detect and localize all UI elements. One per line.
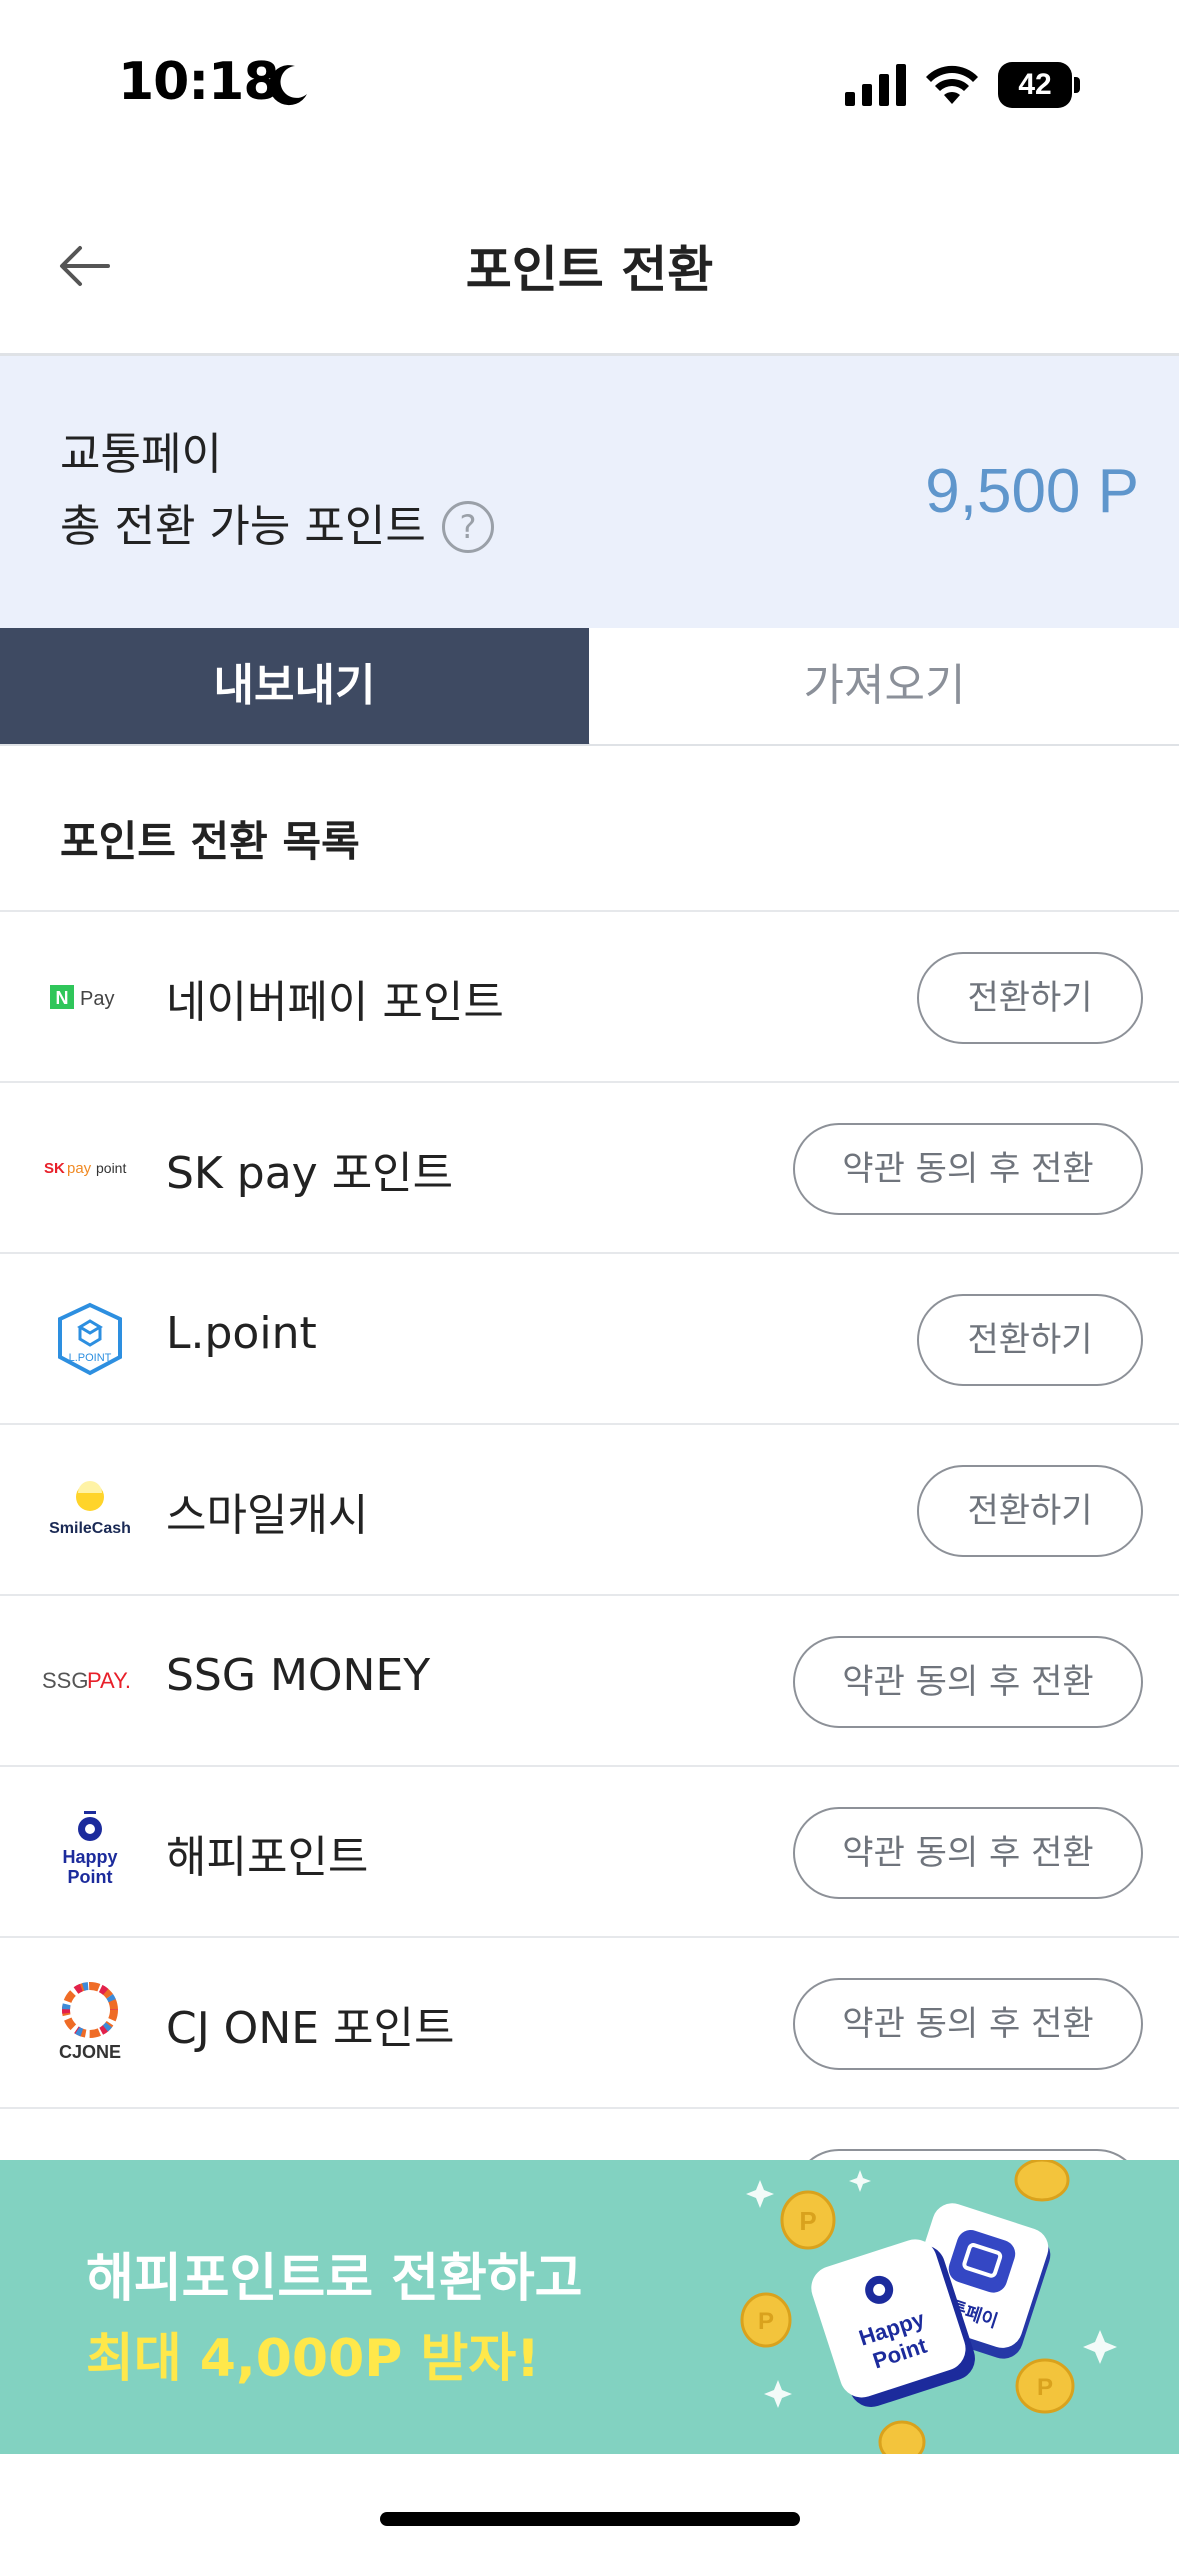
svg-text:P: P (1037, 2374, 1053, 2401)
happypoint-logo: Happy Point (40, 1807, 140, 1897)
summary-total-label: 총 전환 가능 포인트 (60, 501, 426, 552)
list-item-naverpay: N Pay 네이버페이 포인트 전환하기 (0, 912, 1179, 1083)
svg-text:PAY.: PAY. (87, 1668, 131, 1693)
svg-text:Happy: Happy (62, 1847, 117, 1867)
header: 포인트 전환 (0, 150, 1179, 356)
ssgpay-logo: SSG PAY. (40, 1636, 140, 1726)
list-item-ssgmoney: SSG PAY. SSG MONEY 약관 동의 후 전환 (0, 1596, 1179, 1767)
agree-and-convert-button[interactable]: 약관 동의 후 전환 (793, 1123, 1143, 1215)
list-item-skpay: SK pay point SK pay 포인트 약관 동의 후 전환 (0, 1083, 1179, 1254)
svg-text:point: point (96, 1160, 126, 1176)
coin-icon: P (780, 2190, 836, 2250)
svg-text:SmileCash: SmileCash (49, 1520, 131, 1537)
list-item-name: 네이버페이 포인트 (166, 977, 504, 1028)
banner-illustration: P P P 교통페이 Happy Point (740, 2160, 1117, 2454)
wifi-icon (926, 65, 978, 104)
list-item-lpoint: L.POINT L.point 전환하기 (0, 1254, 1179, 1425)
coin-icon: P (740, 2292, 792, 2348)
tab-import[interactable]: 가져오기 (590, 628, 1179, 744)
naverpay-logo: N Pay (40, 952, 140, 1042)
battery-icon: 42 (998, 62, 1080, 108)
smilecash-logo: SmileCash (40, 1465, 140, 1555)
svg-text:SK: SK (44, 1160, 65, 1177)
list-item-name: CJ ONE 포인트 (166, 2003, 455, 2054)
svg-text:CJONE: CJONE (59, 2042, 121, 2062)
home-indicator[interactable] (380, 2512, 800, 2526)
promo-banner[interactable]: 해피포인트로 전환하고 최대 4,000P 받자! P P P 교통페이 Hap… (0, 2160, 1179, 2454)
svg-text:pay: pay (67, 1160, 92, 1177)
cjone-logo: CJONE (40, 1978, 140, 2068)
list-item-name: 해피포인트 (166, 1832, 369, 1883)
help-icon[interactable]: ? (442, 501, 494, 553)
banner-headline: 해피포인트로 전환하고 (86, 2249, 583, 2309)
conversion-list: N Pay 네이버페이 포인트 전환하기 SK pay point SK pay… (0, 910, 1179, 2241)
list-item-cjone: CJONE CJ ONE 포인트 약관 동의 후 전환 (0, 1938, 1179, 2109)
list-title: 포인트 전환 목록 (60, 817, 360, 866)
moon-icon (269, 65, 307, 106)
svg-text:L.POINT: L.POINT (69, 1352, 112, 1364)
svg-text:Point: Point (68, 1867, 113, 1887)
convert-button[interactable]: 전환하기 (917, 1465, 1143, 1557)
banner-subheadline: 최대 4,000P 받자! (86, 2329, 540, 2389)
agree-and-convert-button[interactable]: 약관 동의 후 전환 (793, 1978, 1143, 2070)
skpay-logo: SK pay point (40, 1123, 140, 1213)
coin-icon (878, 2420, 926, 2454)
summary-brand-label: 교통페이 (60, 429, 222, 480)
tab-export[interactable]: 내보내기 (0, 628, 589, 744)
convert-button[interactable]: 전환하기 (917, 952, 1143, 1044)
svg-text:P: P (799, 2206, 816, 2236)
lpoint-logo: L.POINT (40, 1294, 140, 1384)
list-item-name: SSG MONEY (166, 1650, 431, 1701)
available-points: 9,500 P (925, 457, 1139, 526)
agree-and-convert-button[interactable]: 약관 동의 후 전환 (793, 1636, 1143, 1728)
coin-icon (1014, 2160, 1070, 2202)
list-item-happypoint: Happy Point 해피포인트 약관 동의 후 전환 (0, 1767, 1179, 1938)
list-item-name: SK pay 포인트 (166, 1148, 454, 1199)
battery-level: 42 (998, 62, 1072, 108)
svg-text:Pay: Pay (80, 988, 114, 1010)
svg-text:N: N (56, 988, 69, 1008)
agree-and-convert-button[interactable]: 약관 동의 후 전환 (793, 1807, 1143, 1899)
svg-text:SSG: SSG (42, 1668, 88, 1693)
svg-text:P: P (758, 2308, 774, 2335)
tab-bar: 내보내기 가져오기 (0, 628, 1179, 746)
convert-button[interactable]: 전환하기 (917, 1294, 1143, 1386)
status-bar: 10:18 42 (0, 0, 1179, 150)
list-item-name: 스마일캐시 (166, 1490, 369, 1541)
points-summary: 교통페이 총 전환 가능 포인트 ? 9,500 P (0, 356, 1179, 628)
status-time: 10:18 (118, 52, 280, 112)
list-item-name: L.point (166, 1308, 317, 1359)
coin-icon: P (1015, 2358, 1075, 2414)
cellular-signal-icon (845, 64, 906, 106)
list-item-smilecash: SmileCash 스마일캐시 전환하기 (0, 1425, 1179, 1596)
page-title: 포인트 전환 (465, 241, 714, 299)
